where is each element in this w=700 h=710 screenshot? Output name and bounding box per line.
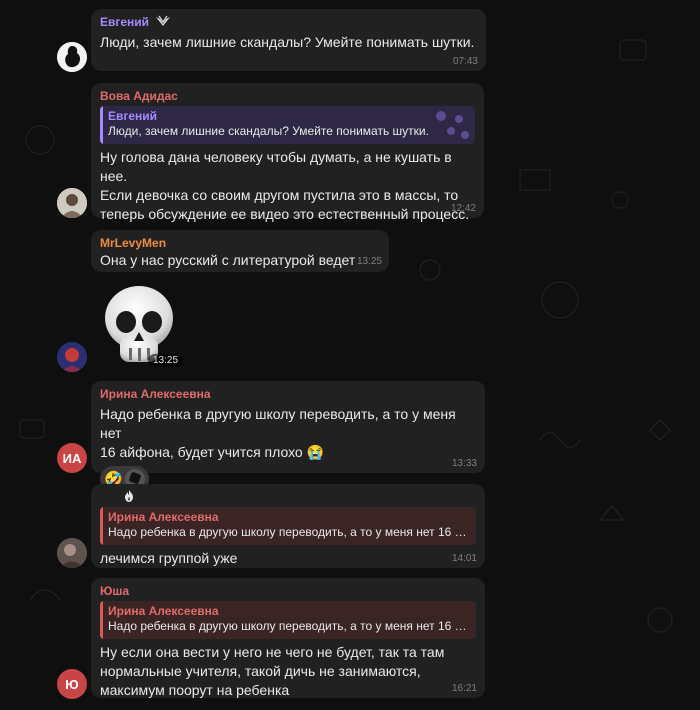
reply-sender: Евгений [108, 109, 158, 123]
message-bubble[interactable]: Юша Ирина Алексеевна Надо ребенка в друг… [91, 578, 485, 698]
message-time: 13:25 [148, 354, 184, 367]
ghost-pattern-icon [436, 111, 469, 139]
reply-sender: Ирина Алексеевна [108, 604, 219, 618]
message-bubble[interactable]: Ирина Алексеевна Надо ребенка в другую ш… [91, 484, 485, 568]
sender-name[interactable]: Евгений [100, 14, 477, 30]
message-bubble[interactable]: MrLevyMen Она у нас русский с литературо… [91, 230, 389, 272]
message-text: Ну голова дана человеку чтобы думать, а … [100, 149, 470, 222]
avatar[interactable]: Ю [57, 669, 87, 699]
avatar[interactable] [57, 538, 87, 568]
sender-name[interactable]: Ирина Алексеевна [100, 386, 476, 402]
message-time: 07:43 [452, 56, 478, 67]
message-bubble[interactable]: Ирина Алексеевна Надо ребенка в другую ш… [91, 381, 485, 492]
message-time: 14:01 [451, 553, 477, 564]
message-text: Ну если она вести у него не чего не буде… [100, 644, 445, 698]
sender-name[interactable]: Вова Адидас [100, 88, 475, 104]
reply-quote[interactable]: Евгений Люди, зачем лишние скандалы? Уме… [100, 106, 475, 144]
message-text: Люди, зачем лишние скандалы? Умейте пони… [100, 34, 475, 50]
avatar[interactable] [57, 42, 87, 72]
reply-sender: Ирина Алексеевна [108, 510, 219, 524]
message-time: 13:33 [451, 458, 477, 469]
avatar[interactable]: ИА [57, 443, 87, 473]
message-text: лечимся группой уже [100, 550, 238, 566]
avatar[interactable] [57, 188, 87, 218]
reply-text: Надо ребенка в другую школу переводить, … [108, 619, 470, 633]
sender-name[interactable]: MrLevyMen [100, 235, 380, 251]
message-text: Она у нас русский с литературой ведет [100, 252, 356, 268]
reply-quote[interactable]: Ирина Алексеевна Надо ребенка в другую ш… [100, 601, 476, 639]
message-time: 12:42 [450, 203, 476, 214]
message-time: 16:21 [451, 683, 477, 694]
bird-wings-icon [156, 15, 171, 26]
chat-history: Евгений Люди, зачем лишние скандалы? Уме… [0, 0, 700, 710]
reply-text: Люди, зачем лишние скандалы? Умейте пони… [108, 124, 429, 138]
sender-name[interactable]: Юша [100, 583, 476, 599]
message-bubble[interactable]: Евгений Люди, зачем лишние скандалы? Уме… [91, 9, 486, 71]
sender-badge[interactable] [100, 489, 476, 505]
avatar[interactable] [57, 342, 87, 372]
message-time: 13:25 [356, 256, 382, 267]
reply-quote[interactable]: Ирина Алексеевна Надо ребенка в другую ш… [100, 507, 476, 545]
message-text: Надо ребенка в другую школу переводить, … [100, 406, 456, 460]
message-bubble[interactable]: Вова Адидас Евгений Люди, зачем лишние с… [91, 83, 484, 222]
fire-logo-icon [125, 490, 133, 502]
reply-text: Надо ребенка в другую школу переводить, … [108, 525, 470, 539]
